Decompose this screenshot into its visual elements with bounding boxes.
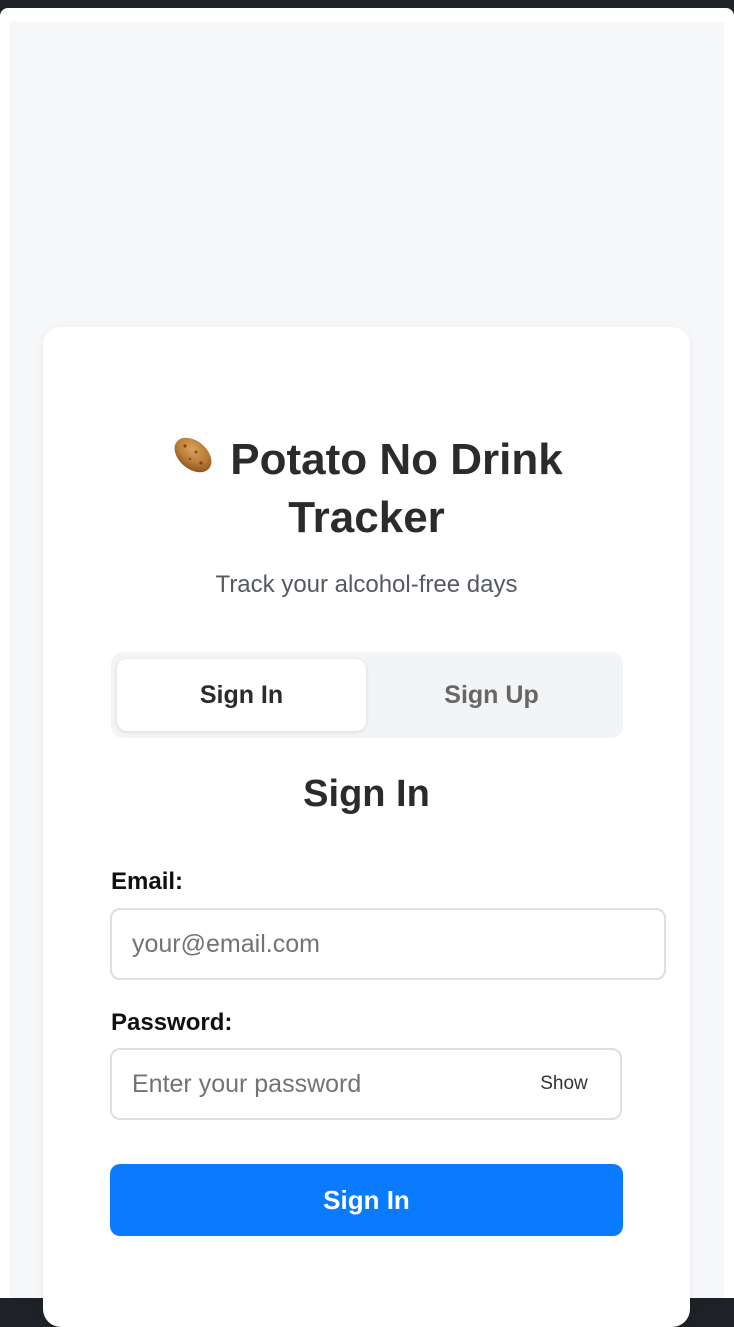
tab-sign-in[interactable]: Sign In [117, 659, 366, 731]
form-heading: Sign In [303, 773, 430, 815]
app-title-text: Potato No Drink Tracker [230, 435, 563, 542]
app-subtitle: Track your alcohol-free days [215, 571, 518, 598]
window-top-bar [0, 0, 734, 8]
show-password-button[interactable]: Show [520, 1060, 608, 1108]
email-field[interactable] [110, 908, 666, 980]
password-label: Password: [111, 1009, 233, 1036]
app-title: Potato No Drink Tracker [110, 431, 623, 547]
auth-tabs: Sign In Sign Up [111, 652, 623, 738]
tab-sign-up[interactable]: Sign Up [367, 659, 616, 731]
potato-icon [174, 437, 212, 473]
sign-in-button[interactable]: Sign In [110, 1164, 623, 1236]
email-label: Email: [111, 868, 184, 895]
